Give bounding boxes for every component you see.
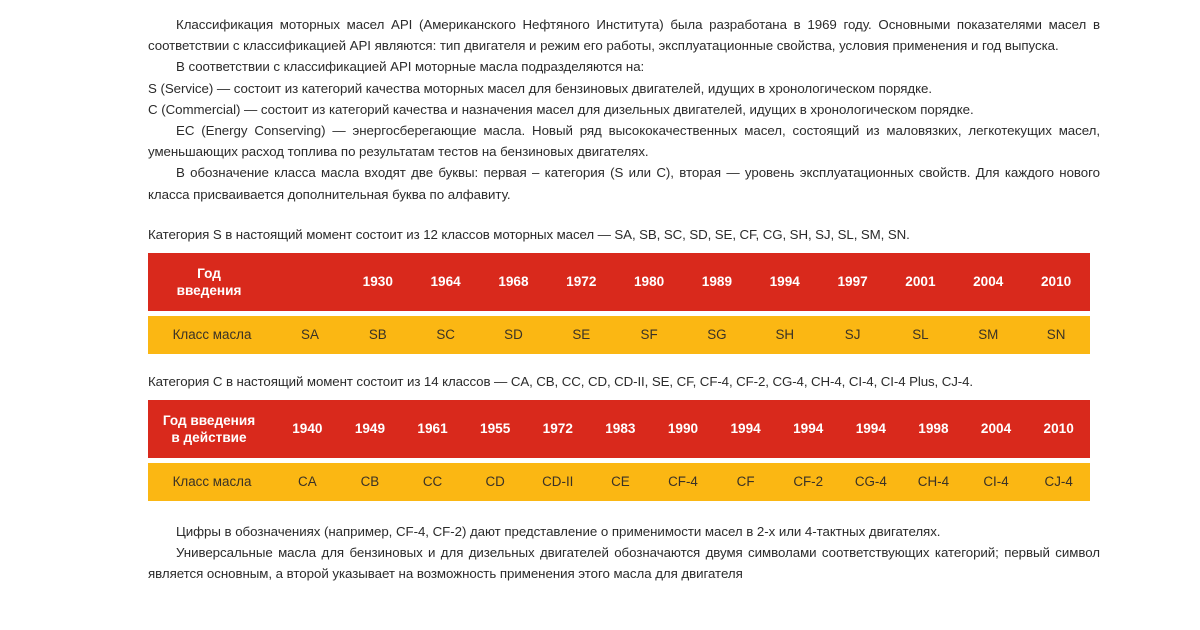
table-c-year-cell: 1998 [902, 399, 965, 458]
table-s-class-row: Класс масла SA SB SC SD SE SF SG SH SJ S… [148, 315, 1090, 354]
table-c-class-cell: CE [589, 462, 652, 501]
table-c-class-cell: CF-4 [651, 462, 715, 501]
table-s-year-cell: 2001 [886, 252, 955, 311]
table-s-class-cell: SD [479, 315, 548, 354]
table-c-class-cell: CF [714, 462, 777, 501]
table-c-year-cell: 1972 [526, 399, 590, 458]
table-s-class-cell: SN [1022, 315, 1090, 354]
table-s-wrapper: Год введения 1930 1964 1968 1972 1980 19… [148, 252, 1100, 354]
table-s-class-cell: SE [547, 315, 616, 354]
table-c-year-cell: 2004 [964, 399, 1028, 458]
table-s-class-label: Класс масла [148, 315, 277, 354]
table-s-year-cell: 2004 [954, 252, 1023, 311]
caption-table-s: Категория S в настоящий момент состоит и… [148, 226, 910, 242]
table-c-class-cell: CD [463, 462, 527, 501]
spacer-before-table-s [148, 205, 1100, 225]
table-s-class-cell: SF [615, 315, 684, 354]
table-s-header-label-line2: введения [176, 282, 242, 298]
table-s-class-cell: SA [276, 315, 344, 354]
table-s-class-cell: SM [954, 315, 1023, 354]
intro-prose: Классификация моторных масел API (Америк… [148, 14, 1100, 205]
table-s-header-label: Год введения [148, 252, 277, 311]
paragraph-category-ec: EC (Energy Conserving) — энергосберегающ… [148, 123, 1100, 160]
table-c-year-cell: 1990 [651, 399, 715, 458]
table-c-header-label-line1: Год введения [162, 412, 256, 428]
table-s-year-cell: 2010 [1022, 252, 1090, 311]
table-c-class-cell: CI-4 [964, 462, 1028, 501]
table-s-year-cell: 1930 [343, 252, 412, 311]
table-c-year-cell: 2010 [1027, 399, 1090, 458]
table-c-header-label-line2: в действие [171, 429, 247, 445]
table-s-class-cell: SH [750, 315, 819, 354]
table-s-header-label-line1: Год [197, 265, 221, 281]
table-c-class-cell: CF-2 [776, 462, 840, 501]
table-c-class-label: Класс масла [148, 462, 277, 501]
table-c-year-cell: 1955 [463, 399, 527, 458]
table-s-year-spacer [276, 252, 344, 311]
table-s-class-cell: SG [683, 315, 751, 354]
table-s-year-cell: 1989 [683, 252, 751, 311]
paragraph-subdivision: В соответствии с классификацией API мото… [176, 59, 645, 75]
table-s-class-cell: SJ [818, 315, 887, 354]
table-s-class-cell: SC [411, 315, 480, 354]
paragraph-intro: Классификация моторных масел API (Америк… [148, 17, 1101, 54]
caption-table-c: Категория C в настоящий момент состоит и… [148, 373, 974, 389]
table-c-class-cell: CJ-4 [1027, 462, 1090, 501]
table-s-year-cell: 1968 [479, 252, 548, 311]
table-c-year-cell: 1940 [276, 399, 339, 458]
table-category-c: Год введения в действие 1940 1949 1961 1… [148, 399, 1090, 501]
table-c-class-cell: CG-4 [839, 462, 903, 501]
table-c-year-cell: 1961 [401, 399, 464, 458]
table-c-class-cell: CH-4 [902, 462, 965, 501]
table-c-class-cell: CA [276, 462, 339, 501]
paragraph-numbers-meaning: Цифры в обозначениях (например, CF-4, CF… [176, 523, 941, 539]
document-page: Классификация моторных масел API (Америк… [0, 0, 1200, 630]
spacer-after-table-c [148, 501, 1100, 521]
table-c-class-row: Класс масла CA CB CC CD CD-II CE CF-4 CF… [148, 462, 1090, 501]
table-c-header-label: Год введения в действие [148, 399, 277, 458]
table-s-year-cell: 1972 [547, 252, 616, 311]
table-c-header-row: Год введения в действие 1940 1949 1961 1… [148, 399, 1090, 458]
paragraph-universal-oils: Универсальные масла для бензиновых и для… [148, 545, 1100, 582]
table-s-class-cell: SL [886, 315, 955, 354]
table-s-year-cell: 1997 [818, 252, 887, 311]
table-c-class-cell: CB [338, 462, 402, 501]
table-c-year-cell: 1994 [839, 399, 903, 458]
table-s-class-cell: SB [343, 315, 412, 354]
table-c-year-cell: 1949 [338, 399, 402, 458]
paragraph-category-s: S (Service) — состоит из категорий качес… [148, 80, 933, 96]
paragraph-class-notation: В обозначение класса масла входят две бу… [148, 165, 1100, 202]
spacer-before-table-c [148, 354, 1100, 372]
table-s-year-cell: 1994 [750, 252, 819, 311]
table-category-s: Год введения 1930 1964 1968 1972 1980 19… [148, 252, 1090, 354]
table-c-year-cell: 1994 [714, 399, 777, 458]
table-s-year-cell: 1980 [615, 252, 684, 311]
table-c-wrapper: Год введения в действие 1940 1949 1961 1… [148, 399, 1100, 501]
spacer-caption-c [148, 392, 1100, 400]
table-c-year-cell: 1983 [589, 399, 652, 458]
table-s-header-row: Год введения 1930 1964 1968 1972 1980 19… [148, 252, 1090, 311]
spacer-caption-s [148, 245, 1100, 253]
table-c-class-cell: CC [401, 462, 464, 501]
paragraph-category-c: C (Commercial) — состоит из категорий ка… [148, 101, 974, 117]
table-c-year-cell: 1994 [776, 399, 840, 458]
table-s-year-cell: 1964 [411, 252, 480, 311]
footer-prose: Цифры в обозначениях (например, CF-4, CF… [148, 521, 1100, 585]
table-c-class-cell: CD-II [526, 462, 590, 501]
